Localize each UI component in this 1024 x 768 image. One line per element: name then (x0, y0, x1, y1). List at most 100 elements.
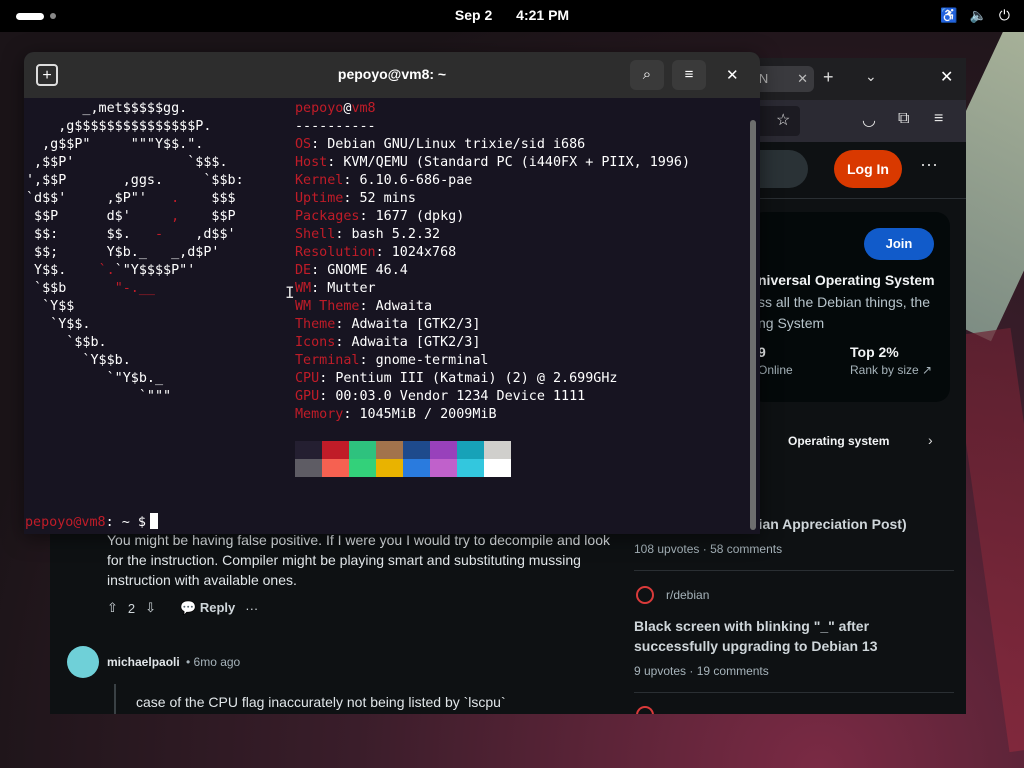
color-swatch (376, 441, 403, 459)
terminal-output[interactable]: _,met$$$$$gg. ,g$$$$$$$$$$$$$$$P. ,g$$P"… (24, 98, 760, 534)
color-swatch (322, 459, 349, 477)
color-swatch (403, 459, 430, 477)
subreddit-name[interactable]: r/debian (666, 588, 709, 602)
search-icon[interactable]: ⌕ (630, 60, 664, 90)
info-key: Theme (295, 317, 336, 332)
info-value: bash 5.2.32 (351, 227, 441, 242)
color-palette (295, 441, 511, 477)
divider (634, 570, 954, 571)
terminal-headerbar: + pepoyo@vm8: ~ ⌕ ≡ ✕ (24, 52, 760, 98)
system-tray[interactable]: ♿ 🔈 ⏻ (940, 7, 1010, 24)
mouse-ibeam-icon: I (285, 283, 295, 302)
info-value: Debian GNU/Linux trixie/sid i686 (327, 137, 586, 152)
info-value: KVM/QEMU (Standard PC (i440FX + PIIX, 19… (343, 155, 691, 170)
info-value: Mutter (327, 281, 376, 296)
tab-close-icon[interactable]: ✕ (797, 66, 808, 92)
login-button[interactable]: Log In (834, 150, 902, 188)
color-swatch (322, 441, 349, 459)
pocket-icon[interactable]: ◡ (862, 110, 876, 130)
community-title: niversal Operating System (758, 272, 935, 288)
info-key: Resolution (295, 245, 376, 260)
info-key: Memory (295, 407, 344, 422)
extensions-icon[interactable]: ⧉ (898, 110, 909, 128)
color-swatch (295, 441, 322, 459)
info-value: Pentium III (Katmai) (2) @ 2.699GHz (335, 371, 618, 386)
info-line: WM Theme: Adwaita (295, 299, 433, 314)
comment-text: case of the CPU flag inaccurately not be… (136, 694, 506, 710)
date-label: Sep 2 (454, 7, 493, 23)
info-key: Icons (295, 335, 336, 350)
terminal-window: + pepoyo@vm8: ~ ⌕ ≡ ✕ _,met$$$$$gg. ,g$$… (24, 52, 760, 534)
scrollbar[interactable] (750, 120, 756, 530)
post-title[interactable]: Black screen with blinking "_" after suc… (634, 616, 914, 656)
neofetch-info: pepoyo@vm8 ---------- OS: Debian GNU/Lin… (295, 101, 691, 422)
text-cursor (149, 513, 158, 529)
color-swatch (376, 459, 403, 477)
info-line: CPU: Pentium III (Katmai) (2) @ 2.699GHz (295, 371, 618, 386)
comment-age: • 6mo ago (186, 655, 241, 669)
color-swatch (457, 441, 484, 459)
info-value: 6.10.6-686-pae (359, 173, 473, 188)
thread-line[interactable] (114, 684, 116, 714)
menu-icon[interactable]: ≡ (934, 110, 943, 128)
info-key: Shell (295, 227, 336, 242)
info-value: 52 mins (359, 191, 416, 206)
hamburger-menu-icon[interactable]: ≡ (672, 60, 706, 90)
info-line: WM: Mutter (295, 281, 376, 296)
info-key: Host (295, 155, 328, 170)
color-swatch (403, 441, 430, 459)
subreddit-icon (636, 706, 654, 714)
volume-icon[interactable]: 🔈 (969, 7, 986, 24)
more-options-icon[interactable]: ··· (920, 154, 938, 175)
chevron-right-icon[interactable]: › (928, 432, 933, 448)
shell-prompt[interactable]: pepoyo@vm8: ~ $ (25, 513, 158, 532)
info-key: CPU (295, 371, 320, 386)
info-value: gnome-terminal (375, 353, 489, 368)
info-key: GPU (295, 389, 320, 404)
info-value: Adwaita [GTK2/3] (351, 335, 481, 350)
online-value: 9 (758, 344, 766, 360)
new-tab-icon[interactable]: + (823, 67, 834, 88)
info-line: Theme: Adwaita [GTK2/3] (295, 317, 481, 332)
downvote-icon[interactable]: ⇩ (145, 600, 156, 616)
info-line: OS: Debian GNU/Linux trixie/sid i686 (295, 137, 586, 152)
close-icon[interactable]: ✕ (726, 66, 739, 84)
info-key: Kernel (295, 173, 344, 188)
info-key: DE (295, 263, 312, 278)
info-value: Adwaita [GTK2/3] (351, 317, 481, 332)
info-line: Shell: bash 5.2.32 (295, 227, 441, 242)
power-icon[interactable]: ⏻ (999, 7, 1010, 24)
avatar[interactable] (67, 646, 99, 678)
post-title[interactable]: bian Appreciation Post) (750, 516, 907, 532)
info-line: Memory: 1045MiB / 2009MiB (295, 407, 497, 422)
vote-count: 2 (127, 600, 136, 616)
upvote-icon[interactable]: ⇧ (107, 600, 118, 616)
info-key: Terminal (295, 353, 360, 368)
window-close-icon[interactable]: ✕ (940, 67, 953, 87)
info-key: WM Theme (295, 299, 360, 314)
color-swatch (484, 459, 511, 477)
reply-button[interactable]: 💬 Reply (180, 600, 235, 616)
top-bar: Sep 2 4:21 PM ♿ 🔈 ⏻ (0, 0, 1024, 32)
accessibility-icon[interactable]: ♿ (940, 7, 957, 24)
info-line: Resolution: 1024x768 (295, 245, 457, 260)
community-description: ss all the Debian things, the ng System (758, 294, 930, 331)
comment-author[interactable]: michaelpaoli (107, 655, 180, 669)
info-key: WM (295, 281, 312, 296)
debian-ascii-logo: _,met$$$$$gg. ,g$$$$$$$$$$$$$$$P. ,g$$P"… (26, 101, 244, 404)
color-swatch (430, 441, 457, 459)
topic-row-label[interactable]: Operating system (788, 434, 889, 448)
rank-label[interactable]: Rank by size ↗ (850, 363, 932, 377)
post-meta: 108 upvotes · 58 comments (634, 542, 783, 556)
info-value: 1677 (dpkg) (375, 209, 465, 224)
clock[interactable]: Sep 2 4:21 PM (0, 7, 1024, 23)
tab-list-chevron-icon[interactable]: ⌄ (865, 68, 877, 85)
comment-more-button[interactable]: ··· (245, 601, 258, 616)
comment-actions: ⇧ 2 ⇩ 💬 Reply ··· (107, 600, 258, 616)
external-link-icon: ↗ (922, 363, 933, 377)
join-button[interactable]: Join (864, 228, 934, 260)
bookmark-star-icon[interactable]: ☆ (776, 110, 790, 130)
comment-text: You might be having false positive. If I… (107, 532, 610, 588)
info-line: GPU: 00:03.0 Vendor 1234 Device 1111 (295, 389, 586, 404)
rank-stat: Top 2% Rank by size ↗ (850, 344, 932, 377)
